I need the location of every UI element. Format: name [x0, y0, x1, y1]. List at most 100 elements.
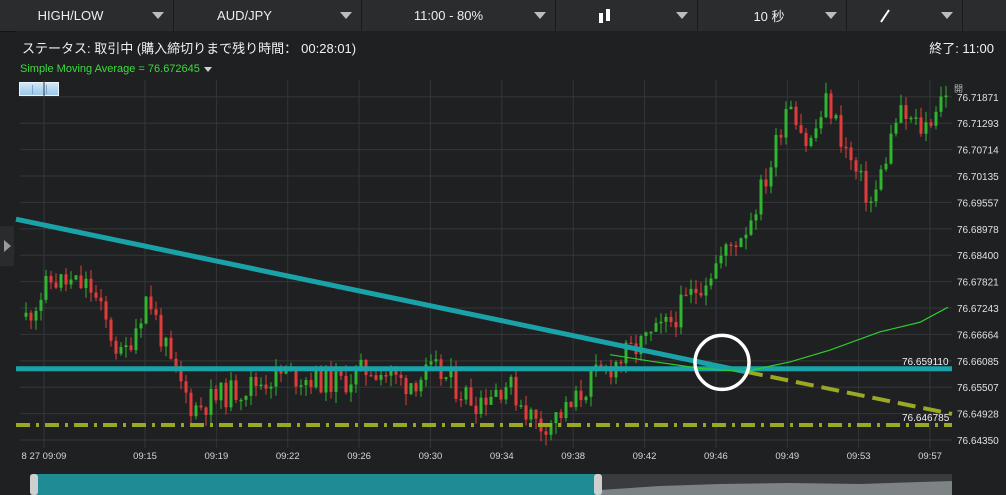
candle [569, 401, 573, 408]
candle [479, 390, 483, 419]
horizontal-line-price: 76.659110 [902, 357, 949, 368]
candle [114, 336, 118, 360]
candle [839, 105, 843, 153]
candle [64, 268, 68, 292]
candle [934, 106, 938, 130]
candle [109, 317, 113, 347]
candle [714, 255, 718, 280]
candle [824, 82, 828, 119]
candle [859, 164, 863, 182]
candle [504, 382, 508, 405]
candle [49, 270, 53, 290]
candle [829, 89, 833, 125]
candle [399, 368, 403, 386]
candle [659, 313, 663, 334]
x-tick-label: 09:22 [276, 451, 300, 462]
candle [869, 196, 873, 213]
candle [419, 376, 423, 397]
candle [514, 368, 518, 411]
candle [939, 86, 943, 117]
candle [339, 370, 343, 381]
candle [259, 377, 263, 390]
candle [99, 288, 103, 311]
candle [734, 241, 738, 257]
candle [879, 165, 883, 192]
candle [804, 127, 808, 153]
candle [74, 274, 78, 281]
candle [209, 379, 213, 425]
candle [204, 406, 208, 426]
y-tick-label: 76.66664 [957, 330, 999, 341]
y-tick-label: 76.70714 [957, 146, 999, 157]
candle [364, 358, 368, 386]
candle [699, 282, 703, 299]
candle [564, 396, 568, 422]
candle [769, 160, 773, 194]
overlay-lines: 76.659110 76.646785 [15, 216, 953, 427]
candle [904, 97, 908, 130]
x-tick-label: 09:34 [490, 451, 514, 462]
candle [129, 337, 133, 353]
candle [579, 379, 583, 408]
candle [459, 391, 463, 408]
candle [34, 307, 38, 330]
candle [469, 378, 473, 406]
candle [384, 371, 388, 383]
candle [229, 372, 233, 412]
candle [799, 113, 803, 134]
candle [294, 367, 298, 395]
x-tick-label: 09:42 [633, 451, 657, 462]
y-tick-label: 76.65507 [957, 383, 999, 394]
y-tick-label: 76.67821 [957, 278, 999, 289]
candle [484, 388, 488, 416]
candle [184, 374, 188, 404]
candle [669, 310, 673, 327]
x-axis: 8 27 09:09 09:15 09:19 09:22 09:26 09:30 09:34… [22, 451, 942, 462]
x-tick-label: 8 27 09:09 [22, 451, 67, 462]
navigator [30, 474, 952, 495]
candle [474, 396, 478, 424]
x-tick-label: 09:19 [204, 451, 228, 462]
y-tick-label: 76.64350 [957, 436, 999, 447]
candle [134, 318, 138, 354]
y-tick-label: 76.64928 [957, 410, 999, 421]
trendline-projection [744, 369, 953, 416]
candle [104, 295, 108, 328]
candle [679, 285, 683, 335]
candle [199, 397, 203, 411]
candle [864, 161, 868, 212]
trendline [15, 216, 746, 374]
candle [574, 385, 578, 411]
candle [144, 296, 148, 325]
candle [519, 399, 523, 409]
candle [59, 273, 63, 292]
candle [89, 269, 93, 302]
candle [79, 265, 83, 290]
candle [424, 357, 428, 387]
x-tick-label: 09:53 [847, 451, 871, 462]
candle [254, 372, 258, 397]
price-chart[interactable]: 76.659110 76.646785 76.71871 76.71293 76.70… [0, 0, 1006, 495]
candle [914, 108, 918, 126]
candle [509, 374, 513, 395]
candle [614, 360, 618, 384]
candle [794, 101, 798, 130]
x-tick-label: 09:57 [918, 451, 942, 462]
x-tick-label: 09:15 [133, 451, 157, 462]
x-tick-label: 09:49 [775, 451, 799, 462]
open-marker: 開 [954, 84, 963, 94]
candle [709, 273, 713, 290]
candle [304, 377, 308, 396]
candle [739, 237, 743, 248]
candle [159, 308, 163, 352]
y-tick-label: 76.70135 [957, 172, 999, 183]
candle [789, 100, 793, 110]
x-tick-label: 09:26 [347, 451, 371, 462]
candle [39, 292, 43, 321]
candle [594, 354, 598, 377]
candle [749, 212, 753, 237]
x-tick-label: 09:46 [704, 451, 728, 462]
candle [244, 395, 248, 407]
candle [844, 137, 848, 159]
x-tick-label: 09:38 [561, 451, 585, 462]
